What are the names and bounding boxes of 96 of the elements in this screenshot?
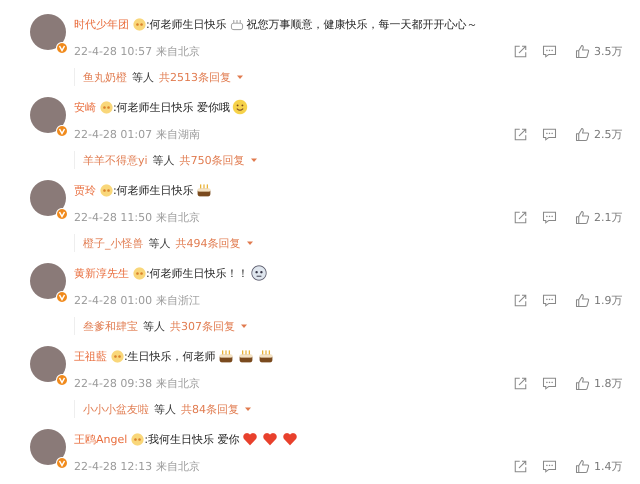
reply-user-names[interactable]: 叁爹和肆宝 xyxy=(83,318,138,334)
comment-icon[interactable] xyxy=(542,44,557,58)
reply-suffix: 等人 xyxy=(132,70,154,84)
reply-summary-bar[interactable]: 小小小盆友啦 等人 共84条回复 xyxy=(74,400,253,418)
reply-user-names[interactable]: 羊羊不得意yi xyxy=(83,152,148,168)
share-icon[interactable] xyxy=(513,210,528,224)
reply-summary-bar[interactable]: 橙子_小怪兽 等人 共494条回复 xyxy=(74,234,254,252)
like-count: 1.4万 xyxy=(594,458,624,474)
fan-badge-icon xyxy=(100,100,113,114)
comment-text: :何老师生日快乐 xyxy=(146,16,227,32)
comment-icon[interactable] xyxy=(542,210,557,224)
avatar[interactable] xyxy=(30,14,66,50)
share-icon[interactable] xyxy=(513,44,528,58)
comment-icon[interactable] xyxy=(542,376,557,390)
comment-location: 来自湖南 xyxy=(156,126,200,142)
comment-text: :何老师生日快乐 xyxy=(113,182,194,198)
reply-user-names[interactable]: 橙子_小怪兽 xyxy=(83,236,144,250)
user-name[interactable]: 王祖藍 xyxy=(74,348,107,364)
heart-emoji-icon xyxy=(282,431,298,447)
comment-location: 来自北京 xyxy=(156,376,200,390)
cake-emoji-icon xyxy=(218,348,234,364)
heart-emoji-icon xyxy=(262,431,278,447)
user-name[interactable]: 时代少年团 xyxy=(74,16,129,32)
thumbs-up-icon[interactable] xyxy=(575,210,590,224)
reply-suffix: 等人 xyxy=(143,318,165,334)
reply-count-link[interactable]: 共494条回复 xyxy=(176,236,240,250)
avatar[interactable] xyxy=(30,429,66,465)
user-name[interactable]: 王鸥Angel xyxy=(74,432,128,446)
share-icon[interactable] xyxy=(513,458,528,474)
fan-badge-icon xyxy=(111,350,124,362)
fan-badge-icon xyxy=(131,432,144,446)
cake-emoji-icon xyxy=(196,182,212,198)
comment-icon[interactable] xyxy=(542,126,557,142)
thumbs-up-icon[interactable] xyxy=(575,126,590,142)
reply-count-link[interactable]: 共2513条回复 xyxy=(159,70,231,84)
comment-icon[interactable] xyxy=(542,292,557,308)
reply-summary-bar[interactable]: 叁爹和肆宝 等人 共307条回复 xyxy=(74,317,249,335)
cake-emoji-icon xyxy=(238,348,254,364)
comment-date: 22-4-28 11:50 xyxy=(74,210,152,224)
thumbs-up-icon[interactable] xyxy=(575,376,590,390)
reply-suffix: 等人 xyxy=(148,236,170,250)
share-icon[interactable] xyxy=(513,126,528,142)
reply-summary-bar[interactable]: 羊羊不得意yi 等人 共750条回复 xyxy=(74,151,259,169)
thumbs-up-icon[interactable] xyxy=(575,458,590,474)
user-name[interactable]: 贾玲 xyxy=(74,182,96,198)
reply-summary-bar[interactable]: 鱼丸奶橙 等人 共2513条回复 xyxy=(74,68,245,86)
reply-count-link[interactable]: 共307条回复 xyxy=(170,318,235,334)
comment-location: 来自北京 xyxy=(156,458,200,474)
comment-date: 22-4-28 01:07 xyxy=(74,128,152,140)
cake-emoji-icon xyxy=(258,348,274,364)
verified-badge-icon xyxy=(56,125,68,137)
comment-text: :何老师生日快乐 爱你哦 xyxy=(113,100,230,114)
comment-text: :我何生日快乐 爱你 xyxy=(144,432,240,446)
verified-badge-icon xyxy=(56,457,68,469)
fan-badge-icon xyxy=(133,266,146,280)
like-count: 1.9万 xyxy=(594,292,624,308)
verified-badge-icon xyxy=(56,291,68,303)
comment-text: :生日快乐，何老师 xyxy=(124,348,216,364)
heart-emoji-icon xyxy=(242,431,258,447)
fan-badge-icon xyxy=(100,184,113,196)
verified-badge-icon xyxy=(56,208,68,220)
avatar[interactable] xyxy=(30,97,66,133)
share-icon[interactable] xyxy=(513,292,528,308)
thumbs-up-icon[interactable] xyxy=(575,44,590,58)
like-count: 2.5万 xyxy=(594,126,624,142)
comment-date: 22-4-28 10:57 xyxy=(74,44,152,58)
reply-user-names[interactable]: 小小小盆友啦 xyxy=(83,402,149,416)
comment-text: :何老师生日快乐！！ xyxy=(146,266,249,280)
comment-date: 22-4-28 12:13 xyxy=(74,460,152,472)
avatar[interactable] xyxy=(30,263,66,299)
reply-count-link[interactable]: 共750条回复 xyxy=(180,152,245,168)
user-name[interactable]: 黄新淳先生 xyxy=(74,266,129,280)
comment-date: 22-4-28 09:38 xyxy=(74,376,152,390)
comment-location: 来自北京 xyxy=(156,210,200,224)
thumbs-up-icon[interactable] xyxy=(575,292,590,308)
user-name[interactable]: 安崎 xyxy=(74,100,96,114)
sticker-emoji-icon xyxy=(250,265,267,281)
like-count: 3.5万 xyxy=(594,44,624,58)
reply-suffix: 等人 xyxy=(152,152,175,168)
verified-badge-icon xyxy=(56,42,68,54)
reply-user-names[interactable]: 鱼丸奶橙 xyxy=(83,70,127,84)
comment-icon[interactable] xyxy=(542,458,557,474)
like-count: 2.1万 xyxy=(594,210,624,224)
fan-badge-icon xyxy=(133,18,146,30)
avatar[interactable] xyxy=(30,180,66,216)
comment-date: 22-4-28 01:00 xyxy=(74,294,152,306)
reply-count-link[interactable]: 共84条回复 xyxy=(181,402,239,416)
comment-text: 祝您万事顺意，健康快乐，每一天都开开心心～ xyxy=(246,16,478,32)
reply-suffix: 等人 xyxy=(154,402,176,416)
share-icon[interactable] xyxy=(513,376,528,390)
verified-badge-icon xyxy=(56,374,68,386)
like-count: 1.8万 xyxy=(594,376,624,390)
avatar[interactable] xyxy=(30,346,66,382)
comment-location: 来自浙江 xyxy=(156,292,200,308)
comment-location: 来自北京 xyxy=(156,44,200,58)
smile-emoji-icon xyxy=(232,99,248,115)
